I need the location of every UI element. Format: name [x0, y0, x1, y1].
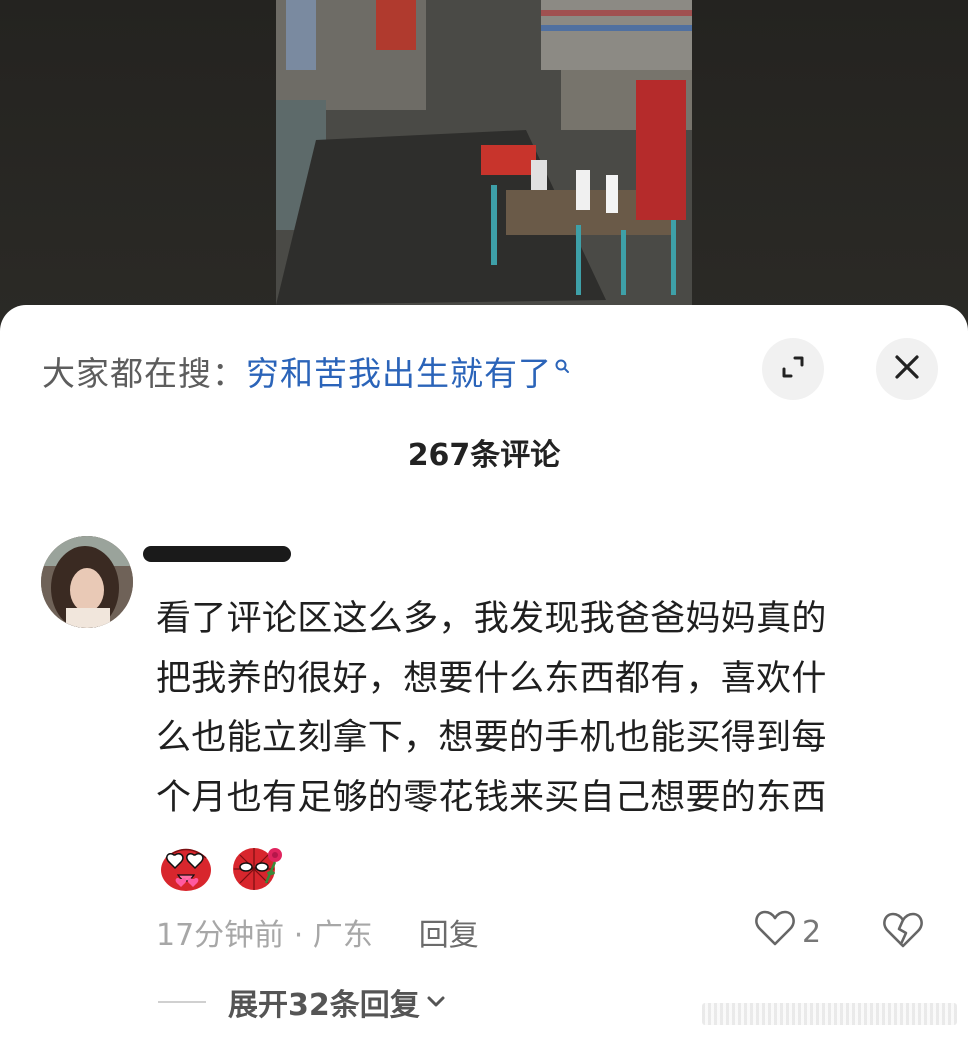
- watermark: [702, 1003, 957, 1025]
- heart-outline-icon: [754, 909, 796, 955]
- comment-meta: 17分钟前 · 广东 回复: [156, 910, 479, 954]
- divider-line: [158, 1001, 206, 1003]
- expand-replies-label: 展开32条回复: [228, 988, 420, 1023]
- post-photo[interactable]: [276, 0, 692, 305]
- photo-backdrop: [0, 0, 968, 330]
- dislike-button[interactable]: [882, 910, 924, 954]
- expand-button[interactable]: [762, 338, 824, 400]
- comment-text: 看了评论区这么多，我发现我爸爸妈妈真的 把我养的很好，想要什么东西都有，喜欢什 …: [156, 590, 916, 828]
- expand-icon: [778, 352, 808, 386]
- comment-time-location: 17分钟前 · 广东: [156, 918, 373, 953]
- trending-search-term[interactable]: 穷和苦我出生就有了: [246, 347, 552, 395]
- comment-line: 么也能立刻拿下，想要的手机也能买得到每: [156, 718, 827, 758]
- close-icon: [892, 352, 922, 386]
- comment-count-title: 267条评论: [407, 438, 561, 473]
- avatar[interactable]: [41, 536, 133, 628]
- reply-button[interactable]: 回复: [419, 910, 479, 954]
- spider-man-face-with-rose-emoji: [230, 843, 286, 897]
- trending-search-row[interactable]: 大家都在搜： 穷和苦我出生就有了: [42, 348, 570, 394]
- emoji-row: [158, 843, 286, 897]
- room-photo-illustration: [276, 0, 692, 305]
- spider-man-heart-eyes-emoji: [158, 843, 214, 897]
- broken-heart-icon: [882, 912, 924, 954]
- like-button[interactable]: 2: [754, 910, 821, 954]
- avatar-image: [41, 536, 133, 628]
- comment-line: 看了评论区这么多，我发现我爸爸妈妈真的: [156, 599, 827, 639]
- like-count: 2: [802, 914, 822, 950]
- trending-search-label: 大家都在搜：: [42, 354, 246, 393]
- expand-replies-button[interactable]: 展开32条回复: [158, 980, 446, 1024]
- close-button[interactable]: [876, 338, 938, 400]
- comment-line: 把我养的很好，想要什么东西都有，喜欢什: [156, 658, 827, 699]
- search-icon[interactable]: [554, 345, 570, 384]
- comment-line: 个月也有足够的零花钱来买自己想要的东西: [156, 777, 827, 818]
- chevron-down-icon: [426, 995, 446, 1009]
- username-redacted[interactable]: [143, 546, 291, 562]
